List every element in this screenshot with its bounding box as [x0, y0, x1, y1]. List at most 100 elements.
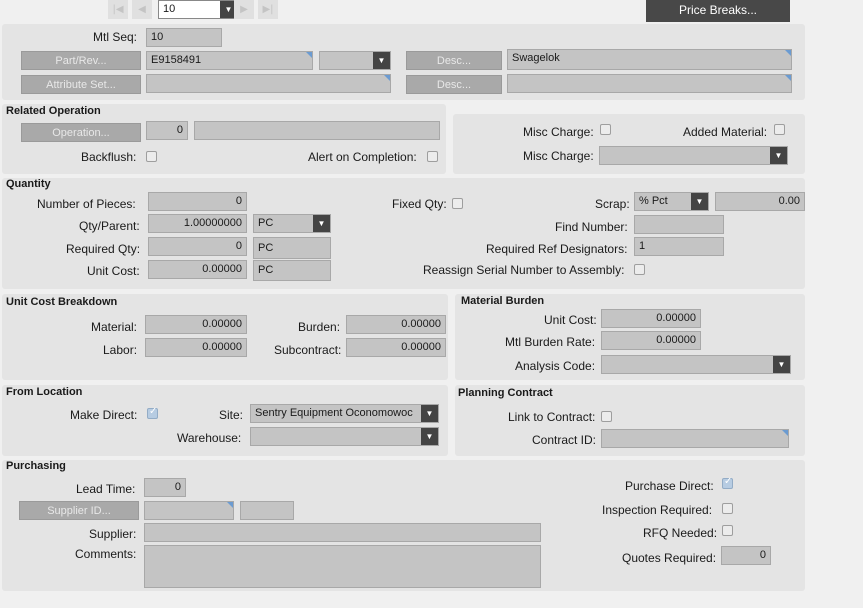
- prev-record-button[interactable]: ◀: [132, 0, 152, 19]
- chevron-down-icon[interactable]: ▼: [691, 193, 708, 210]
- purchase-direct-checkbox[interactable]: [722, 476, 733, 489]
- quotes-required-field[interactable]: 0: [721, 546, 771, 565]
- subcontract-field[interactable]: 0.00000: [346, 338, 446, 357]
- chevron-down-icon[interactable]: ▼: [313, 215, 330, 232]
- unit-cost-field[interactable]: 0.00000: [148, 260, 247, 279]
- backflush-checkbox[interactable]: [146, 151, 157, 162]
- lead-time-label: Lead Time:: [76, 482, 136, 496]
- inspection-required-label: Inspection Required:: [602, 503, 713, 517]
- mtl-burden-rate-field[interactable]: 0.00000: [601, 331, 701, 350]
- mb-unit-cost-field[interactable]: 0.00000: [601, 309, 701, 328]
- desc-field[interactable]: Swagelok: [507, 49, 792, 70]
- mtl-burden-rate-label: Mtl Burden Rate:: [505, 335, 596, 349]
- unit-cost-uom-field[interactable]: PC: [253, 260, 331, 281]
- make-direct-checkbox[interactable]: [147, 406, 158, 419]
- inspection-required-checkbox[interactable]: [722, 503, 733, 514]
- price-breaks-button[interactable]: Price Breaks...: [646, 0, 790, 22]
- chevron-down-icon[interactable]: ▼: [421, 405, 438, 422]
- supplier-id-button[interactable]: Supplier ID...: [19, 501, 139, 520]
- req-ref-designators-field[interactable]: 1: [634, 237, 724, 256]
- warehouse-dropdown[interactable]: ▼: [250, 427, 439, 446]
- site-value: Sentry Equipment Oconomowoc: [255, 407, 413, 419]
- unit-cost-label: Unit Cost:: [87, 264, 140, 278]
- quotes-required-label: Quotes Required:: [622, 551, 717, 565]
- attribute-set-button[interactable]: Attribute Set...: [21, 75, 141, 94]
- record-navigator: |◀ ◀ 10 ▼ ▶ ▶|: [108, 0, 283, 20]
- site-dropdown[interactable]: Sentry Equipment Oconomowoc ▼: [250, 404, 439, 423]
- subcontract-label: Subcontract:: [274, 343, 342, 357]
- seq-selector[interactable]: 10 ▼: [158, 0, 238, 19]
- part-value: E9158491: [151, 54, 202, 66]
- reassign-serial-checkbox[interactable]: [634, 264, 645, 275]
- analysis-code-label: Analysis Code:: [515, 359, 596, 373]
- added-material-checkbox[interactable]: [774, 124, 785, 135]
- scrap-label: Scrap:: [595, 197, 630, 211]
- analysis-code-dropdown[interactable]: ▼: [601, 355, 791, 374]
- contract-id-label: Contract ID:: [532, 433, 597, 447]
- next-record-button[interactable]: ▶: [234, 0, 254, 19]
- first-record-button[interactable]: |◀: [108, 0, 128, 19]
- material-label: Material:: [91, 320, 138, 334]
- num-pieces-field[interactable]: 0: [148, 192, 247, 211]
- comments-label: Comments:: [75, 547, 137, 561]
- labor-label: Labor:: [103, 343, 138, 357]
- operation-field[interactable]: 0: [146, 121, 188, 140]
- chevron-down-icon[interactable]: ▼: [421, 428, 438, 445]
- supplier-id-field[interactable]: [144, 501, 234, 520]
- from-location-title: From Location: [6, 386, 83, 398]
- rev-dropdown[interactable]: ▼: [319, 51, 391, 70]
- purchase-direct-label: Purchase Direct:: [625, 479, 714, 493]
- desc2-field[interactable]: [507, 74, 792, 93]
- rfq-needed-checkbox[interactable]: [722, 525, 733, 536]
- lead-time-field[interactable]: 0: [144, 478, 186, 497]
- chevron-down-icon[interactable]: ▼: [770, 147, 787, 164]
- num-pieces-label: Number of Pieces:: [37, 197, 136, 211]
- misc-charge-checkbox[interactable]: [600, 124, 611, 135]
- supplier-extra-field[interactable]: [240, 501, 294, 520]
- desc-button[interactable]: Desc...: [406, 51, 502, 70]
- mtl-seq-field[interactable]: 10: [146, 28, 222, 47]
- contract-id-field[interactable]: [601, 429, 789, 448]
- fixed-qty-checkbox[interactable]: [452, 198, 463, 209]
- desc-value: Swagelok: [512, 52, 560, 64]
- qty-parent-uom-value: PC: [258, 217, 274, 229]
- required-qty-field[interactable]: 0: [148, 237, 247, 256]
- reassign-serial-label: Reassign Serial Number to Assembly:: [423, 263, 625, 277]
- make-direct-label: Make Direct:: [70, 408, 138, 422]
- qty-parent-field[interactable]: 1.00000000: [148, 214, 247, 233]
- backflush-label: Backflush:: [81, 150, 137, 164]
- misc-charge-panel: [453, 114, 805, 174]
- comments-textarea[interactable]: [144, 545, 541, 588]
- material-field[interactable]: 0.00000: [145, 315, 247, 334]
- chevron-down-icon[interactable]: ▼: [773, 356, 790, 373]
- seq-selector-value: 10: [163, 3, 176, 15]
- operation-desc-field[interactable]: [194, 121, 440, 140]
- alert-on-completion-checkbox[interactable]: [427, 151, 438, 162]
- alert-on-completion-label: Alert on Completion:: [308, 150, 417, 164]
- last-record-button[interactable]: ▶|: [258, 0, 278, 19]
- link-to-contract-checkbox[interactable]: [601, 411, 612, 422]
- desc2-button[interactable]: Desc...: [406, 75, 502, 94]
- req-ref-designators-label: Required Ref Designators:: [486, 242, 628, 256]
- find-number-field[interactable]: [634, 215, 724, 234]
- supplier-field[interactable]: [144, 523, 541, 542]
- site-label: Site:: [219, 408, 244, 422]
- scrap-field[interactable]: 0.00: [715, 192, 805, 211]
- material-burden-title: Material Burden: [461, 295, 545, 307]
- misc-charge-label: Misc Charge:: [523, 125, 594, 139]
- added-material-label: Added Material:: [683, 125, 768, 139]
- chevron-down-icon[interactable]: ▼: [373, 52, 390, 69]
- part-field[interactable]: E9158491: [146, 51, 313, 70]
- qty-parent-uom-dropdown[interactable]: PC ▼: [253, 214, 331, 233]
- required-qty-uom-field[interactable]: PC: [253, 237, 331, 259]
- burden-field[interactable]: 0.00000: [346, 315, 446, 334]
- misc-charge-dropdown[interactable]: ▼: [599, 146, 788, 165]
- labor-field[interactable]: 0.00000: [145, 338, 247, 357]
- part-rev-button[interactable]: Part/Rev...: [21, 51, 141, 70]
- attribute-set-field[interactable]: [146, 74, 391, 93]
- rfq-needed-label: RFQ Needed:: [643, 526, 718, 540]
- operation-button[interactable]: Operation...: [21, 123, 141, 142]
- scrap-type-dropdown[interactable]: % Pct ▼: [634, 192, 709, 211]
- supplier-label: Supplier:: [89, 527, 137, 541]
- burden-label: Burden:: [298, 320, 341, 334]
